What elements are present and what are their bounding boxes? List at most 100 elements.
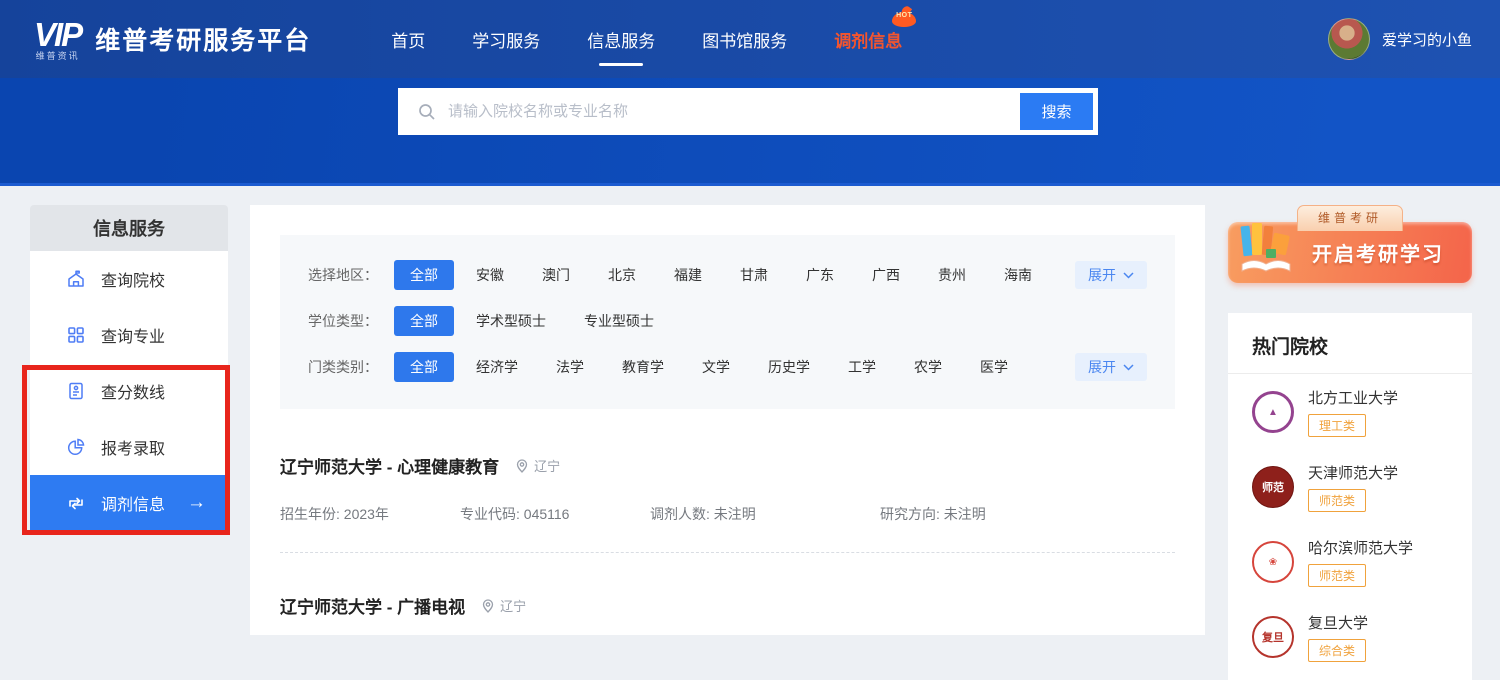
- expand-button[interactable]: 展开: [1075, 353, 1147, 381]
- main-nav: 首页 学习服务 信息服务 图书馆服务 调剂信息HOT: [391, 27, 902, 52]
- search-bar: 搜索: [398, 88, 1098, 135]
- university-item-3[interactable]: 复旦复旦大学综合类: [1228, 599, 1472, 674]
- filter-options: 全部学术型硕士专业型硕士: [394, 306, 670, 336]
- site-logo[interactable]: VIP 维普资讯 维普考研服务平台: [34, 18, 311, 61]
- search-button[interactable]: 搜索: [1020, 93, 1093, 130]
- result-title[interactable]: 辽宁师范大学 - 广播电视: [280, 593, 465, 618]
- filter-option[interactable]: 北京: [592, 260, 652, 290]
- result-title[interactable]: 辽宁师范大学 - 心理健康教育: [280, 453, 499, 478]
- filter-option[interactable]: 工学: [832, 352, 892, 382]
- sidebar-item-0[interactable]: 查询院校: [30, 251, 228, 307]
- nav-item-0[interactable]: 首页: [391, 27, 425, 52]
- result-item-0: 辽宁师范大学 - 心理健康教育 辽宁招生年份: 2023年专业代码: 045116…: [280, 409, 1175, 553]
- sidebar-info-services: 信息服务 查询院校查询专业查分数线报考录取调剂信息→: [30, 205, 228, 531]
- filter-panel: 选择地区：全部安徽澳门北京福建甘肃广东广西贵州海南展开学位类型：全部学术型硕士专…: [280, 235, 1175, 409]
- vip-logo-text: VIP: [34, 18, 81, 51]
- university-name: 哈尔滨师范大学: [1308, 537, 1413, 558]
- filter-option[interactable]: 历史学: [752, 352, 826, 382]
- sidebar-item-label: 查询专业: [101, 323, 165, 347]
- top-navbar: VIP 维普资讯 维普考研服务平台 首页 学习服务 信息服务 图书馆服务 调剂信息HOT…: [0, 0, 1500, 78]
- study-promo-banner[interactable]: 维普考研 开启考研学习: [1228, 205, 1472, 285]
- university-logo: 师范: [1252, 466, 1294, 508]
- university-category-badge: 师范类: [1308, 489, 1366, 512]
- filter-option[interactable]: 安徽: [460, 260, 520, 290]
- hot-flame-icon: HOT: [892, 3, 916, 27]
- chevron-down-icon: [1123, 364, 1134, 371]
- hero-banner: 搜索: [0, 78, 1500, 186]
- main-content-panel: 选择地区：全部安徽澳门北京福建甘肃广东广西贵州海南展开学位类型：全部学术型硕士专…: [250, 205, 1205, 635]
- sidebar-item-1[interactable]: 查询专业: [30, 307, 228, 363]
- nav-item-2[interactable]: 信息服务: [587, 27, 655, 52]
- filter-label: 选择地区：: [308, 265, 394, 285]
- university-item-2[interactable]: ❀哈尔滨师范大学师范类: [1228, 524, 1472, 599]
- filter-option[interactable]: 经济学: [460, 352, 534, 382]
- sidebar-item-2[interactable]: 查分数线: [30, 363, 228, 419]
- nav-item-3[interactable]: 图书馆服务: [702, 27, 787, 52]
- filter-option[interactable]: 澳门: [526, 260, 586, 290]
- nav-item-4[interactable]: 调剂信息HOT: [834, 27, 902, 52]
- filter-option[interactable]: 全部: [394, 352, 454, 382]
- filter-option[interactable]: 海南: [988, 260, 1048, 290]
- filter-option[interactable]: 全部: [394, 260, 454, 290]
- filter-option[interactable]: 医学: [964, 352, 1024, 382]
- pie-icon: [66, 437, 86, 457]
- user-account[interactable]: 爱学习的小鱼: [1328, 18, 1472, 60]
- filter-option[interactable]: 甘肃: [724, 260, 784, 290]
- user-avatar[interactable]: [1328, 18, 1370, 60]
- result-location: 辽宁: [515, 456, 560, 475]
- result-field: 研究方向: 未注明: [880, 504, 1175, 524]
- arrow-right-icon: →: [187, 492, 206, 514]
- filter-option[interactable]: 教育学: [606, 352, 680, 382]
- grid-icon: [66, 325, 86, 345]
- filter-option[interactable]: 文学: [686, 352, 746, 382]
- filter-option[interactable]: 贵州: [922, 260, 982, 290]
- filter-label: 学位类型：: [308, 311, 394, 331]
- filter-row-0: 选择地区：全部安徽澳门北京福建甘肃广东广西贵州海南展开: [308, 261, 1147, 289]
- university-info: 复旦大学综合类: [1308, 612, 1368, 662]
- expand-button[interactable]: 展开: [1075, 261, 1147, 289]
- result-fields: 招生年份: 2023年专业代码: 045116调剂人数: 未注明研究方向: 未注…: [280, 504, 1175, 524]
- sidebar-item-label: 查分数线: [101, 379, 165, 403]
- filter-option[interactable]: 专业型硕士: [568, 306, 670, 336]
- filter-option[interactable]: 全部: [394, 306, 454, 336]
- filter-row-1: 学位类型：全部学术型硕士专业型硕士: [308, 307, 1147, 335]
- result-location-label: 辽宁: [534, 456, 560, 475]
- result-head: 辽宁师范大学 - 心理健康教育 辽宁: [280, 453, 1175, 478]
- chevron-down-icon: [1123, 272, 1134, 279]
- result-list: 辽宁师范大学 - 心理健康教育 辽宁招生年份: 2023年专业代码: 045116…: [250, 409, 1205, 635]
- filter-option[interactable]: 广西: [856, 260, 916, 290]
- sidebar-item-4[interactable]: 调剂信息→: [30, 475, 228, 531]
- result-head: 辽宁师范大学 - 广播电视辽宁: [280, 593, 1175, 618]
- books-illustration-icon: [1236, 222, 1306, 279]
- university-item-1[interactable]: 师范天津师范大学师范类: [1228, 449, 1472, 524]
- sidebar-item-3[interactable]: 报考录取: [30, 419, 228, 475]
- document-icon: [66, 381, 86, 401]
- university-name: 天津师范大学: [1308, 462, 1398, 483]
- sidebar-item-label: 查询院校: [101, 267, 165, 291]
- filter-options: 全部经济学法学教育学文学历史学工学农学医学: [394, 352, 1024, 382]
- filter-option[interactable]: 农学: [898, 352, 958, 382]
- filter-option[interactable]: 学术型硕士: [460, 306, 562, 336]
- popular-universities-panel: 热门院校 ▲北方工业大学理工类师范天津师范大学师范类❀哈尔滨师范大学师范类复旦复…: [1228, 313, 1472, 680]
- university-logo: 复旦: [1252, 616, 1294, 658]
- site-title: 维普考研服务平台: [95, 21, 311, 57]
- banner-body: 开启考研学习: [1228, 222, 1472, 283]
- university-name: 复旦大学: [1308, 612, 1368, 633]
- popular-universities-title: 热门院校: [1228, 313, 1472, 373]
- university-item-0[interactable]: ▲北方工业大学理工类: [1228, 374, 1472, 449]
- university-info: 哈尔滨师范大学师范类: [1308, 537, 1413, 587]
- university-info: 北方工业大学理工类: [1308, 387, 1398, 437]
- filter-options: 全部安徽澳门北京福建甘肃广东广西贵州海南: [394, 260, 1048, 290]
- vip-logo-mark: VIP 维普资讯: [34, 18, 81, 61]
- filter-option[interactable]: 法学: [540, 352, 600, 382]
- transfer-icon: [66, 493, 86, 513]
- vip-logo-subtext: 维普资讯: [34, 52, 81, 61]
- filter-option[interactable]: 福建: [658, 260, 718, 290]
- filter-option[interactable]: 广东: [790, 260, 850, 290]
- university-name: 北方工业大学: [1308, 387, 1398, 408]
- nav-item-1[interactable]: 学习服务: [472, 27, 540, 52]
- university-category-badge: 理工类: [1308, 414, 1366, 437]
- result-field: 调剂人数: 未注明: [650, 504, 880, 524]
- sidebar-menu: 查询院校查询专业查分数线报考录取调剂信息→: [30, 251, 228, 531]
- search-input[interactable]: [436, 91, 1020, 132]
